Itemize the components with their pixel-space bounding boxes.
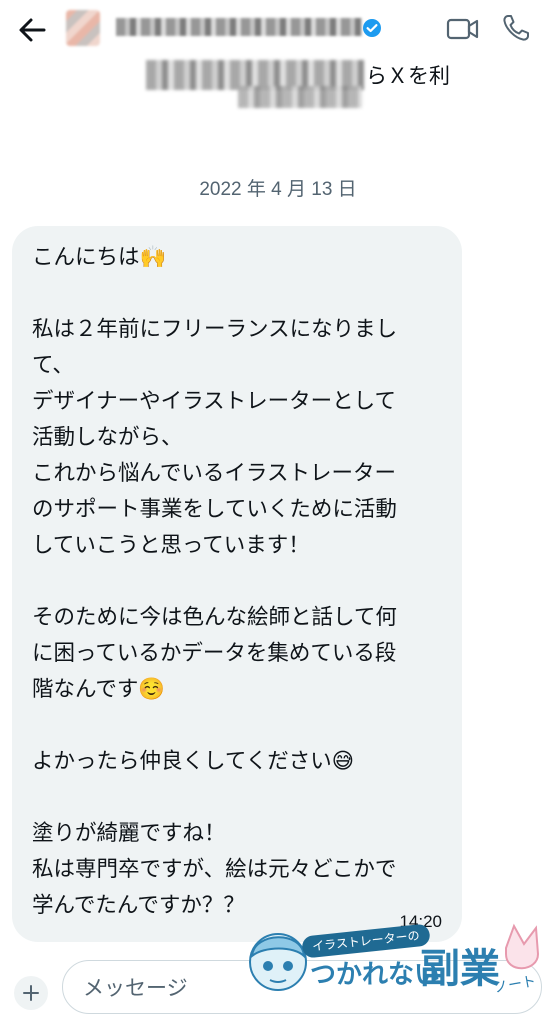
phone-icon[interactable] bbox=[500, 12, 532, 44]
message-bubble[interactable]: こんにちは🙌 私は２年前にフリーランスになりまし て、 デザイナーやイラストレー… bbox=[12, 226, 462, 942]
video-camera-icon[interactable] bbox=[446, 14, 480, 44]
avatar[interactable] bbox=[66, 10, 100, 46]
display-name-redacted[interactable] bbox=[116, 18, 362, 36]
message-text: こんにちは🙌 私は２年前にフリーランスになりまし て、 デザイナーやイラストレー… bbox=[32, 245, 398, 918]
plus-icon bbox=[23, 985, 39, 1001]
arrow-left-icon[interactable] bbox=[14, 12, 50, 48]
conversation-header: らＸを利 bbox=[0, 0, 556, 120]
add-media-button[interactable] bbox=[14, 976, 48, 1010]
date-separator: 2022 年 4 月 13 日 bbox=[199, 179, 357, 200]
subtitle-redacted-line2 bbox=[238, 86, 362, 108]
watermark-big-text: 副業 bbox=[420, 946, 500, 992]
subtitle-text: らＸを利 bbox=[366, 64, 450, 88]
verified-badge-icon bbox=[363, 19, 381, 37]
watermark-logo: イラストレーターの つかれない 副業 ノート bbox=[244, 914, 550, 1014]
